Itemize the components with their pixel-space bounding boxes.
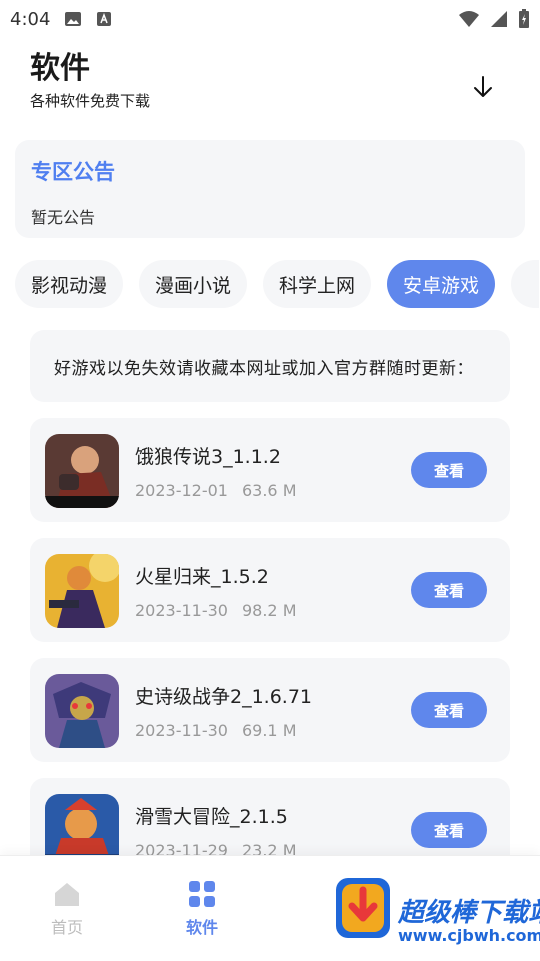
app-icon: [45, 674, 119, 748]
tab-comics-novels[interactable]: 漫画小说: [139, 260, 248, 308]
tab-label: 影视动漫: [31, 274, 108, 297]
view-button[interactable]: 查看: [411, 692, 487, 728]
view-button[interactable]: 查看: [411, 572, 487, 608]
marquee-banner: 好游戏以免失效请收藏本网址或加入官方群随时更新：: [30, 330, 510, 402]
app-meta: 2023-11-30 69.1 M: [135, 721, 297, 740]
watermark-text: 超级棒下载站: [398, 898, 540, 928]
marquee-text: 好游戏以免失效请收藏本网址或加入官方群随时更新：: [54, 358, 474, 379]
nav-item-software[interactable]: 软件: [167, 880, 237, 938]
battery-icon: [519, 9, 529, 28]
category-tabs: 影视动漫 漫画小说 科学上网 安卓游戏: [15, 260, 540, 310]
page-subtitle: 各种软件免费下载: [30, 92, 151, 110]
list-item[interactable]: 史诗级战争2_1.6.71 2023-11-30 69.1 M 查看: [30, 658, 510, 762]
tab-partial[interactable]: [511, 260, 540, 308]
app-name: 滑雪大冒险_2.1.5: [135, 806, 288, 828]
page-header: 软件 各种软件免费下载: [30, 52, 150, 111]
home-icon: [55, 883, 79, 906]
status-bar: 4:04: [0, 0, 540, 38]
app-icon: [45, 554, 119, 628]
app-date: 2023-12-01: [135, 481, 228, 500]
notice-title: 专区公告: [31, 160, 115, 184]
list-item[interactable]: 饿狼传说3_1.1.2 2023-12-01 63.6 M 查看: [30, 418, 510, 522]
app-name: 火星归来_1.5.2: [135, 566, 269, 588]
download-arrow-icon: [474, 76, 492, 97]
wifi-icon: [459, 11, 479, 27]
tab-label: 安卓游戏: [403, 274, 480, 297]
grid-icon: [189, 881, 215, 907]
image-icon: [65, 12, 82, 26]
watermark-logo: 超级棒下载站 www.cjbwh.com: [330, 862, 540, 960]
nav-label: 软件: [185, 918, 218, 937]
signal-icon: [491, 11, 507, 27]
notice-body: 暂无公告: [31, 208, 96, 227]
nav-item-home[interactable]: 首页: [32, 880, 102, 938]
nav-label: 首页: [50, 918, 83, 937]
watermark-url: www.cjbwh.com: [398, 926, 540, 945]
app-date: 2023-11-30: [135, 721, 228, 740]
app-size: 63.6 M: [241, 481, 297, 500]
tab-vpn[interactable]: 科学上网: [263, 260, 372, 308]
app-size: 69.1 M: [241, 721, 297, 740]
app-name: 饿狼传说3_1.1.2: [135, 446, 281, 468]
app-icon: [45, 434, 119, 508]
view-button[interactable]: 查看: [411, 812, 487, 848]
app-meta: 2023-12-01 63.6 M: [135, 481, 297, 500]
download-site-logo-icon: [336, 878, 390, 938]
page-title: 软件: [30, 51, 90, 86]
app-date: 2023-11-30: [135, 601, 228, 620]
app-name: 史诗级战争2_1.6.71: [135, 686, 313, 708]
tab-label: 科学上网: [279, 274, 356, 297]
tab-film-anime[interactable]: 影视动漫: [15, 260, 124, 308]
notice-panel: 专区公告 暂无公告: [15, 140, 525, 238]
tab-label: 漫画小说: [155, 274, 232, 297]
view-button[interactable]: 查看: [411, 452, 487, 488]
list-item[interactable]: 火星归来_1.5.2 2023-11-30 98.2 M 查看: [30, 538, 510, 642]
tab-android-games[interactable]: 安卓游戏: [387, 260, 496, 308]
download-button[interactable]: [468, 72, 498, 102]
a-letter-icon: [97, 12, 112, 26]
app-size: 98.2 M: [241, 601, 297, 620]
status-time: 4:04: [10, 8, 51, 30]
app-meta: 2023-11-30 98.2 M: [135, 601, 297, 620]
